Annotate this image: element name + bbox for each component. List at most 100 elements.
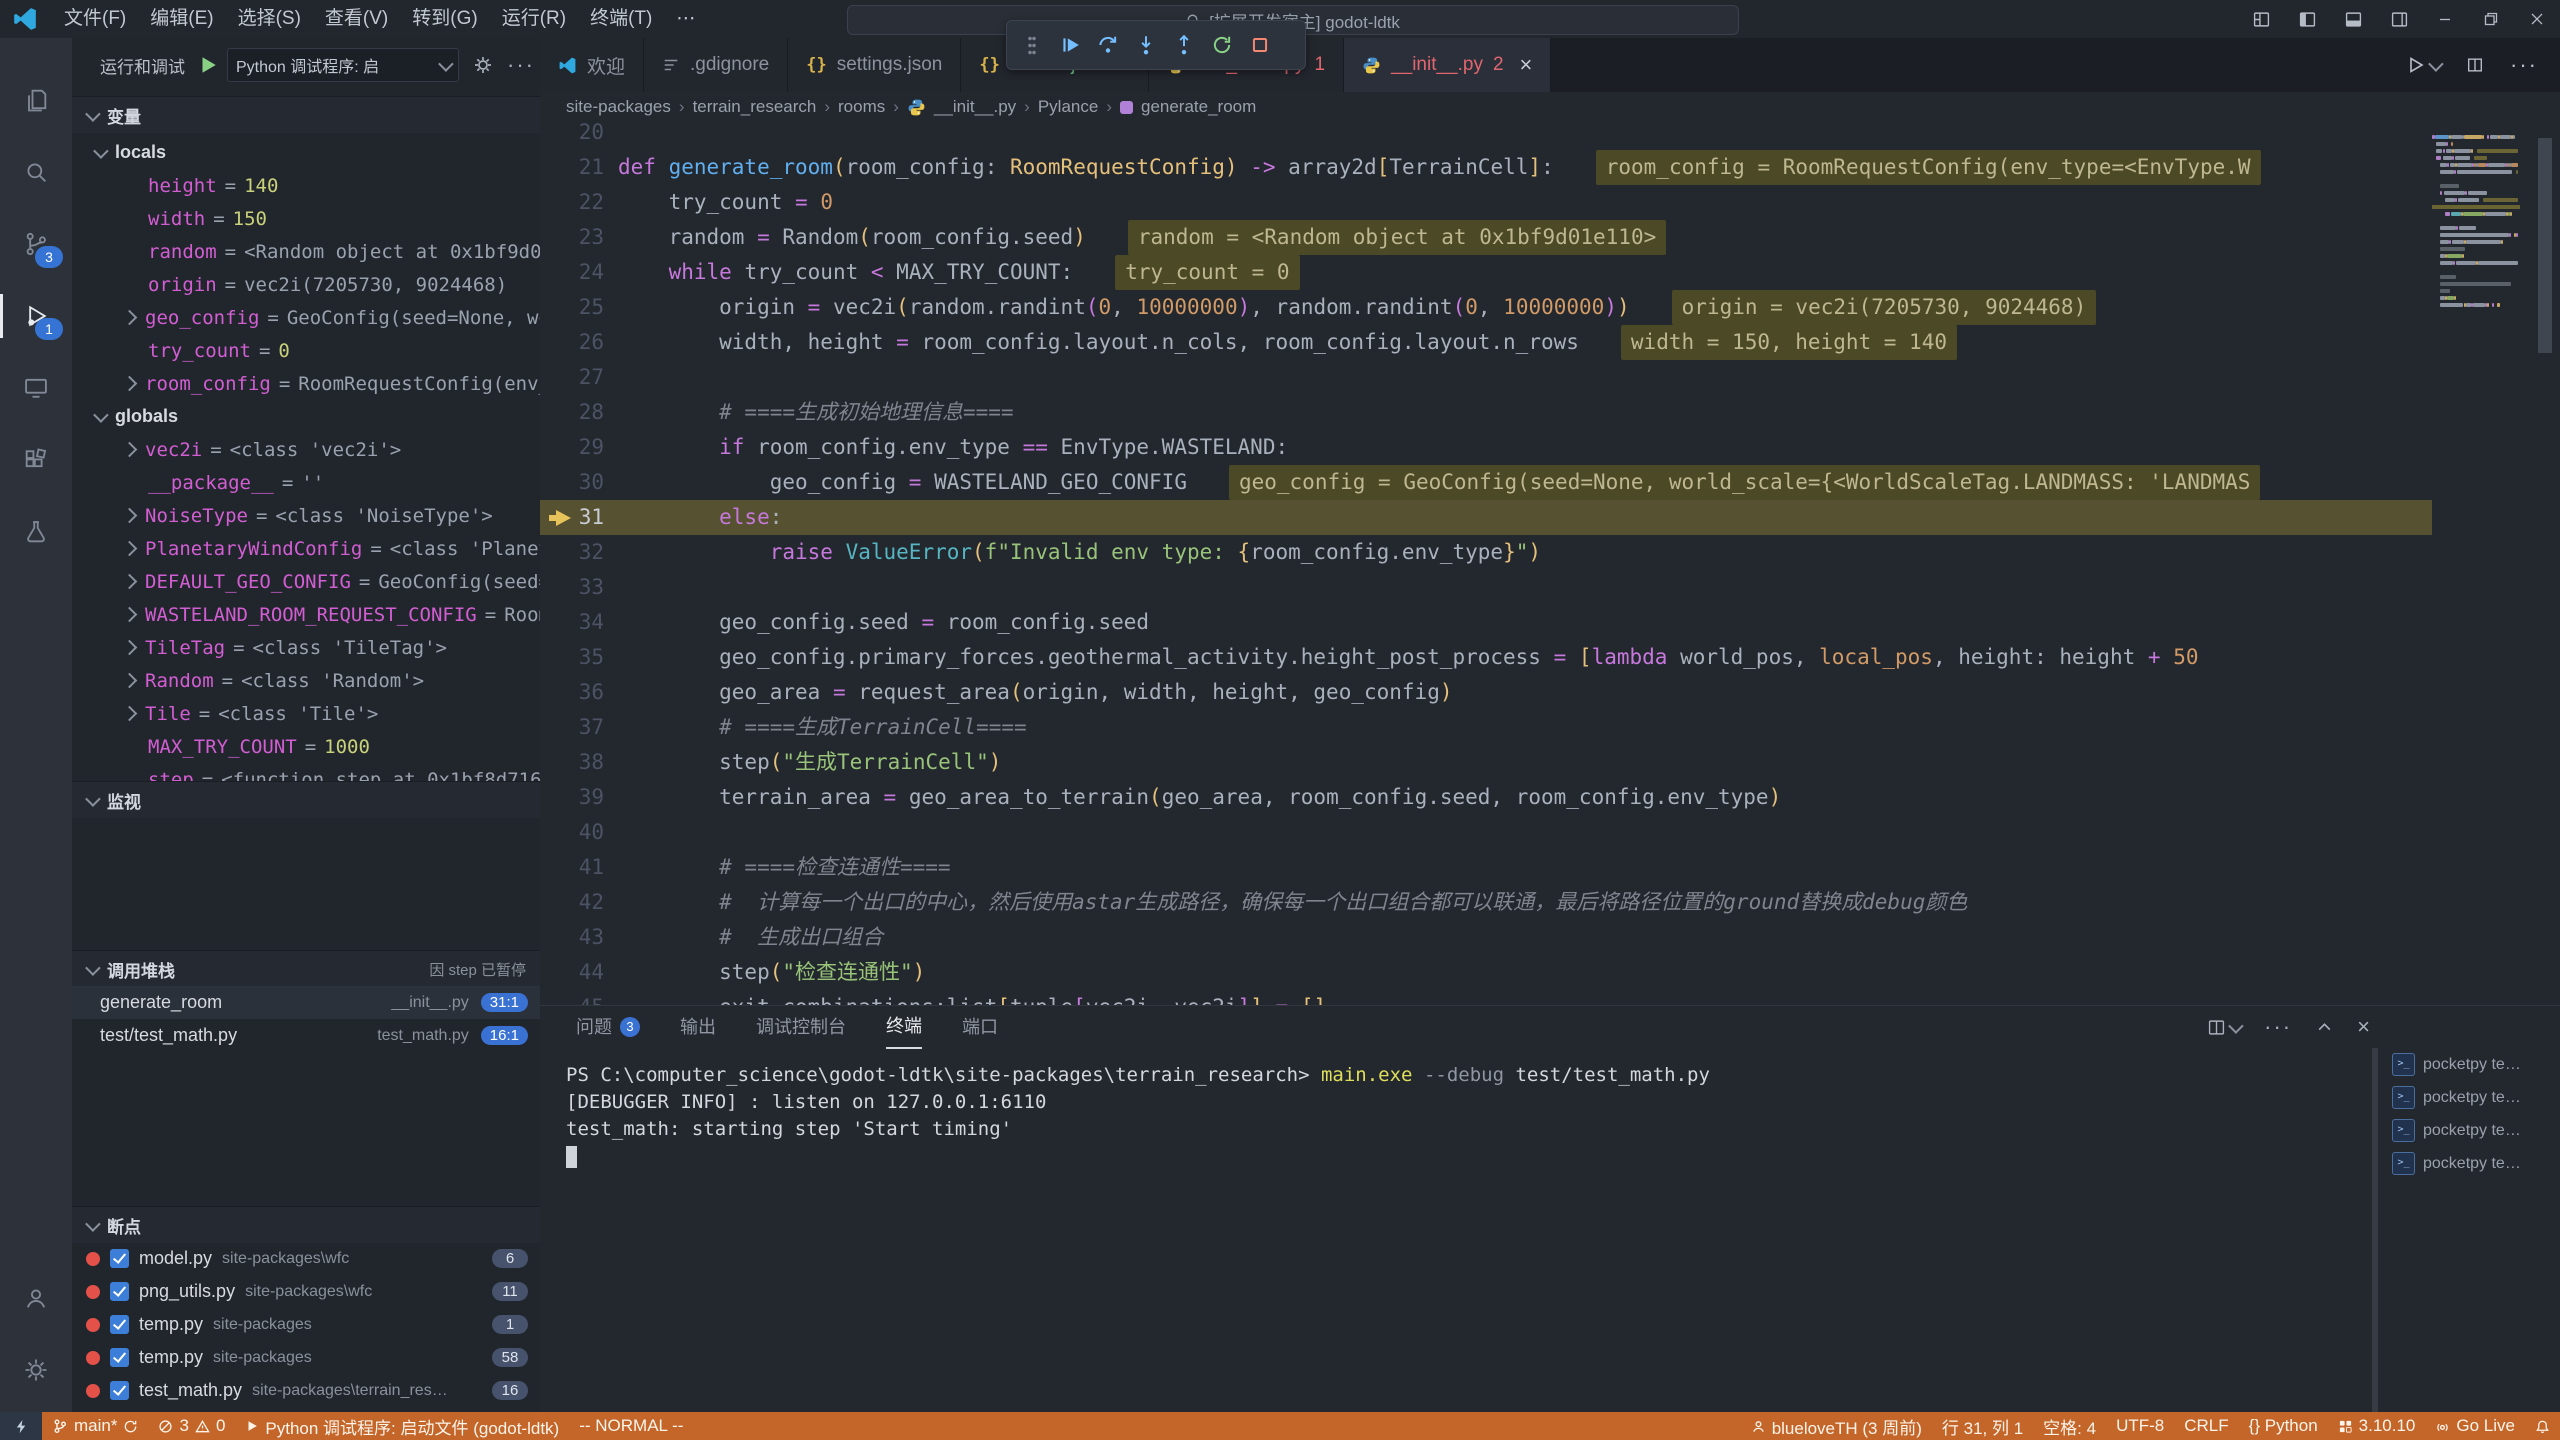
- close-icon[interactable]: ×: [1520, 52, 1533, 78]
- breadcrumb-item[interactable]: Pylance: [1038, 97, 1098, 117]
- variable-row[interactable]: height=140: [72, 169, 540, 202]
- variable-row[interactable]: __package__='': [72, 466, 540, 499]
- breakpoints-section-header[interactable]: 断点: [72, 1206, 540, 1243]
- terminal-output[interactable]: PS C:\computer_science\godot-ldtk\site-p…: [566, 1062, 2346, 1170]
- terminal-session-item[interactable]: >_pocketpy te…: [2384, 1048, 2560, 1081]
- status-notifications[interactable]: [2525, 1412, 2560, 1440]
- menu-item-运行R[interactable]: 运行(R): [490, 0, 578, 38]
- status-encoding[interactable]: UTF-8: [2106, 1412, 2174, 1440]
- variable-row[interactable]: try_count=0: [72, 334, 540, 367]
- step-into-button[interactable]: [1127, 26, 1165, 64]
- variables-scope-locals[interactable]: locals: [72, 136, 540, 169]
- terminal-session-item[interactable]: >_pocketpy te…: [2384, 1147, 2560, 1180]
- panel-more-actions-icon[interactable]: ···: [2264, 1014, 2292, 1040]
- breakpoint-row[interactable]: model.pysite-packages\wfc6: [72, 1242, 540, 1275]
- breakpoint-row[interactable]: test_math.pysite-packages\terrain_res…16: [72, 1374, 540, 1407]
- step-over-button[interactable]: [1089, 26, 1127, 64]
- menu-item-查看V[interactable]: 查看(V): [313, 0, 400, 38]
- menu-item-文件F[interactable]: 文件(F): [52, 0, 138, 38]
- variable-row[interactable]: geo_config=GeoConfig(seed=None, wor…: [72, 301, 540, 334]
- breakpoint-checkbox[interactable]: [110, 1249, 129, 1268]
- breadcrumb-item[interactable]: site-packages: [566, 97, 671, 117]
- variable-row[interactable]: NoiseType=<class 'NoiseType'>: [72, 499, 540, 532]
- sidebar-item-account[interactable]: [0, 1268, 72, 1328]
- breadcrumb[interactable]: site-packages›terrain_research›rooms›__i…: [540, 92, 2560, 122]
- menu-item-转到G[interactable]: 转到(G): [400, 0, 489, 38]
- menu-item-选择S[interactable]: 选择(S): [226, 0, 313, 38]
- panel-tab-调试控制台[interactable]: 调试控制台: [756, 1006, 846, 1048]
- views-more-actions-icon[interactable]: ···: [507, 52, 535, 78]
- variable-row[interactable]: DEFAULT_GEO_CONFIG=GeoConfig(seed=1…: [72, 565, 540, 598]
- variable-row[interactable]: Tile=<class 'Tile'>: [72, 697, 540, 730]
- breakpoint-row[interactable]: temp.pysite-packages1: [72, 1308, 540, 1341]
- toggle-panel-icon[interactable]: [2330, 0, 2376, 38]
- tab-settings.json[interactable]: {}settings.json: [788, 38, 961, 92]
- terminal-session-item[interactable]: >_pocketpy te…: [2384, 1081, 2560, 1114]
- tab-.gdignore[interactable]: .gdignore: [644, 38, 788, 92]
- tab-欢迎[interactable]: 欢迎: [540, 38, 644, 92]
- status-debug-config[interactable]: Python 调试程序: 启动文件 (godot-ldtk): [235, 1412, 569, 1440]
- panel-resize-handle[interactable]: [2372, 1048, 2378, 1413]
- breadcrumb-item[interactable]: rooms: [838, 97, 885, 117]
- status-indentation[interactable]: 空格: 4: [2033, 1412, 2106, 1440]
- variable-row[interactable]: origin=vec2i(7205730, 9024468): [72, 268, 540, 301]
- panel-close-icon[interactable]: ×: [2357, 1014, 2370, 1040]
- status-problems[interactable]: 30: [148, 1412, 235, 1440]
- callstack-frame[interactable]: test/test_math.pytest_math.py16:1: [72, 1019, 540, 1052]
- status-vim-mode[interactable]: -- NORMAL --: [569, 1412, 693, 1440]
- sidebar-item-source-control[interactable]: 3: [0, 214, 72, 274]
- panel-tab-输出[interactable]: 输出: [680, 1006, 716, 1048]
- variable-row[interactable]: MAX_TRY_COUNT=1000: [72, 730, 540, 763]
- start-debugging-button[interactable]: [197, 54, 219, 76]
- variable-row[interactable]: step=<function step at 0x1bf8d716d…: [72, 763, 540, 781]
- status-cursor-position[interactable]: 行 31, 列 1: [1932, 1412, 2033, 1440]
- panel-tab-终端[interactable]: 终端: [886, 1005, 922, 1049]
- editor-more-actions-icon[interactable]: ···: [2510, 52, 2538, 78]
- sidebar-item-search[interactable]: [0, 142, 72, 202]
- editor-scrollbar[interactable]: [2538, 138, 2552, 353]
- variables-scope-globals[interactable]: globals: [72, 400, 540, 433]
- breadcrumb-item[interactable]: generate_room: [1141, 97, 1256, 117]
- breakpoint-checkbox[interactable]: [110, 1381, 129, 1400]
- sidebar-item-settings[interactable]: [0, 1340, 72, 1400]
- panel-tab-问题[interactable]: 问题3: [576, 1006, 640, 1048]
- status-branch[interactable]: main*: [42, 1412, 148, 1440]
- customize-layout-icon[interactable]: [2238, 0, 2284, 38]
- remote-indicator[interactable]: [0, 1412, 42, 1440]
- variable-row[interactable]: random=<Random object at 0x1bf9d01e…: [72, 235, 540, 268]
- breakpoint-row[interactable]: png_utils.pysite-packages\wfc11: [72, 1275, 540, 1308]
- panel-tab-端口[interactable]: 端口: [962, 1006, 998, 1048]
- breakpoint-checkbox[interactable]: [110, 1348, 129, 1367]
- status-go-live[interactable]: Go Live: [2425, 1412, 2525, 1440]
- split-editor-icon[interactable]: [2466, 56, 2484, 74]
- sidebar-item-run-debug[interactable]: 1: [0, 286, 72, 346]
- breadcrumb-item[interactable]: terrain_research: [693, 97, 817, 117]
- breadcrumb-item[interactable]: __init__.py: [934, 97, 1016, 117]
- variable-row[interactable]: PlanetaryWindConfig=<class 'Planeta…: [72, 532, 540, 565]
- status-language[interactable]: {} Python: [2239, 1412, 2328, 1440]
- sidebar-item-remote-explorer[interactable]: [0, 358, 72, 418]
- panel-maximize-icon[interactable]: [2316, 1019, 2333, 1036]
- debug-settings-gear-icon[interactable]: [473, 55, 493, 75]
- callstack-section-header[interactable]: 调用堆栈 因 step 已暂停: [72, 950, 540, 987]
- breakpoint-checkbox[interactable]: [110, 1282, 129, 1301]
- menu-item-⋯[interactable]: ⋯: [664, 0, 707, 38]
- continue-button[interactable]: [1051, 26, 1089, 64]
- variable-row[interactable]: Random=<class 'Random'>: [72, 664, 540, 697]
- window-close-button[interactable]: [2514, 0, 2560, 38]
- toggle-secondary-sidebar-icon[interactable]: [2376, 0, 2422, 38]
- launch-config-dropdown[interactable]: Python 调试程序: 启: [227, 48, 459, 82]
- status-python-version[interactable]: 3.10.10: [2328, 1412, 2426, 1440]
- variable-row[interactable]: TileTag=<class 'TileTag'>: [72, 631, 540, 664]
- variable-row[interactable]: vec2i=<class 'vec2i'>: [72, 433, 540, 466]
- stop-button[interactable]: [1241, 26, 1279, 64]
- terminal-layout-icon[interactable]: [2208, 1019, 2240, 1036]
- window-restore-button[interactable]: [2468, 0, 2514, 38]
- tab-__init__.py[interactable]: __init__.py2×: [1344, 38, 1551, 92]
- sidebar-item-testing[interactable]: [0, 502, 72, 562]
- variable-row[interactable]: WASTELAND_ROOM_REQUEST_CONFIG=RoomR…: [72, 598, 540, 631]
- status-eol[interactable]: CRLF: [2174, 1412, 2238, 1440]
- status-git-author[interactable]: blueloveTH (3 周前): [1741, 1412, 1932, 1440]
- step-out-button[interactable]: [1165, 26, 1203, 64]
- run-python-file-button[interactable]: [2406, 55, 2440, 75]
